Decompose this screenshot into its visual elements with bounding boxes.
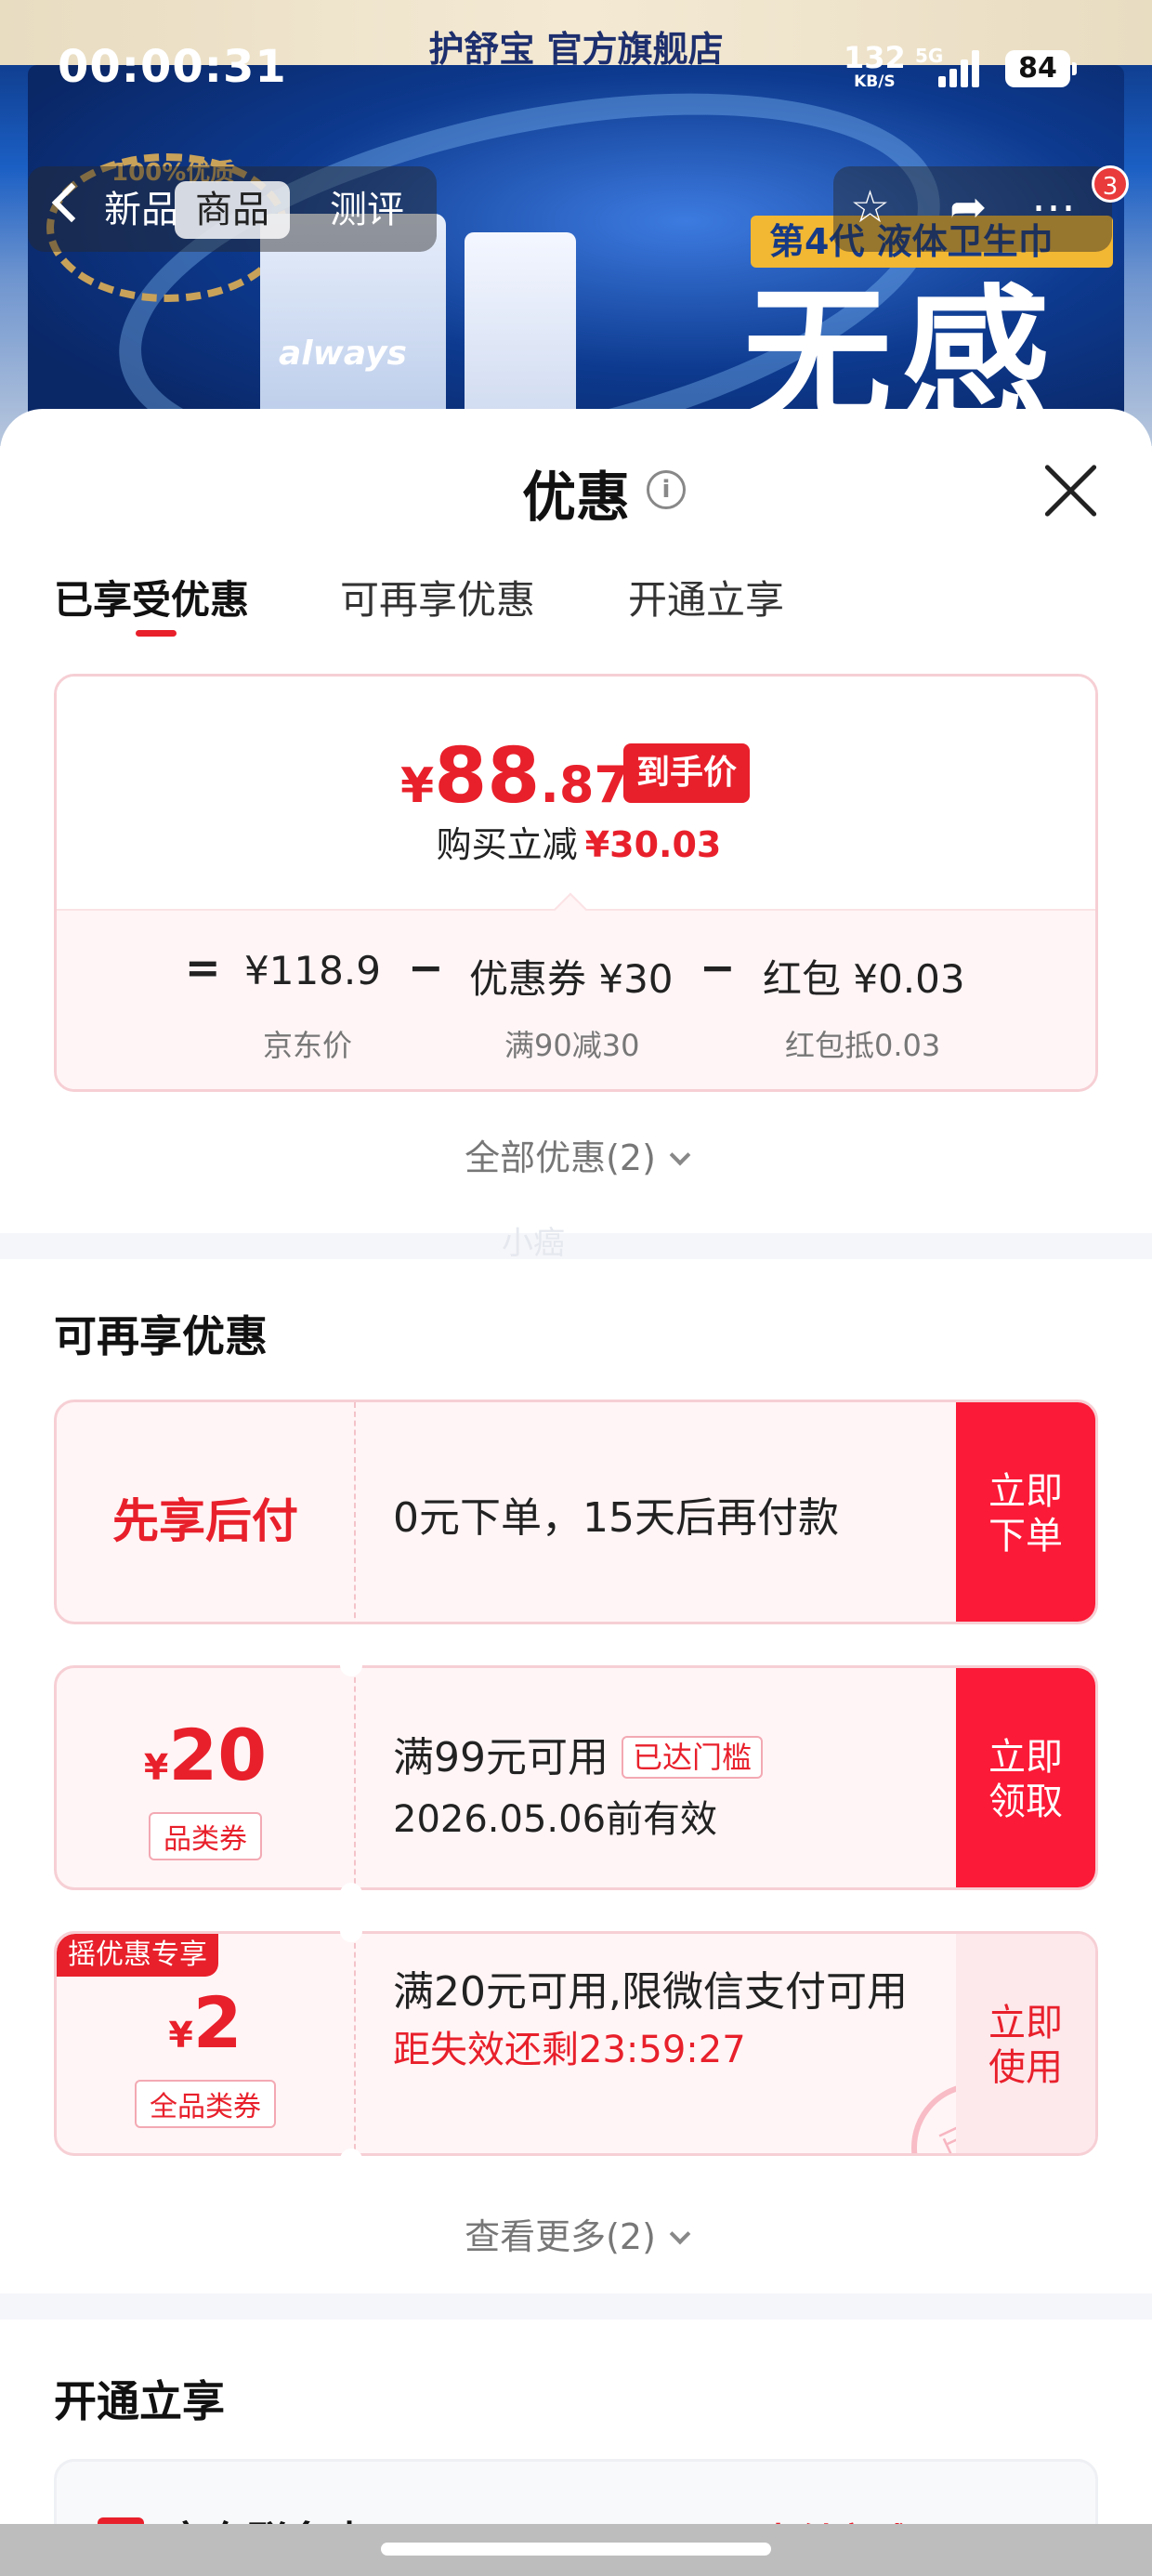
saving-line: 购买立减 ¥30.03 [57,816,1095,867]
info-icon[interactable]: i [647,470,686,509]
all-discounts-toggle[interactable]: 全部优惠(2) [54,1129,1098,1180]
coupon-type-badge: 品类券 [149,1812,262,1860]
home-indicator[interactable] [381,2543,771,2556]
chevron-down-icon [669,2223,691,2245]
redpacket-label: 红包抵0.03 [785,1028,941,1063]
coupon-punch-hole [340,1883,362,1905]
battery-icon: 84 [1005,50,1077,87]
pay-later-label: 先享后付 [112,1494,298,1548]
final-price-area: ¥88.87 到手价 购买立减 ¥30.03 [57,677,1095,909]
share-icon[interactable]: ➦ [949,185,987,230]
final-price: ¥88.87 [400,732,629,821]
tab-open-now[interactable]: 开通立享 [628,569,784,625]
product-brand: always [279,335,407,373]
equals-sign: = [185,942,221,992]
offer-divider [354,1402,356,1622]
discount-sheet: 优惠 i 已享受优惠 可再享优惠 开通立享 ¥88.87 到手价 购买立减 ¥30… [0,409,1152,2576]
network-speed: 132 KB/S [844,43,906,90]
network-speed-value: 132 [844,40,906,75]
coupon-amount: 优惠券 ¥30 [469,956,674,1002]
minus-sign: − [408,942,444,992]
all-discounts-label: 全部优惠(2) [465,1137,656,1178]
offer-divider [354,1668,356,1887]
coupon-currency: ¥ [168,2015,193,2056]
coupon-amount: 20 [168,1714,268,1796]
order-now-button[interactable]: 立即 下单 [956,1402,1095,1622]
price-breakdown: = ¥118.9 京东价 − 优惠券 ¥30 满90减30 − 红包 ¥0.03… [57,909,1095,1089]
see-more-label: 查看更多(2) [465,2216,656,2257]
offer-pay-later: 先享后付 0元下单，15天后再付款 立即 下单 [54,1400,1098,1624]
offer-left: 先享后付 [57,1402,354,1622]
nav-tab-product[interactable]: 商品 [175,181,290,239]
offer-category-coupon: ¥20 品类券 满99元可用 已达门槛 2026.05.06前有效 立即 领取 [54,1665,1098,1890]
product-nav-bar: 新品 商品 测评 ☆ ➦ ⋯ [0,163,1152,256]
offer-left: ¥20 品类券 [57,1668,354,1887]
message-count-badge: 3 [1092,165,1129,203]
close-icon[interactable] [1041,461,1100,520]
coupon-value: ¥2 [57,1986,354,2080]
coupon-expiry: 2026.05.06前有效 [393,1798,718,1841]
offer-body: 0元下单，15天后再付款 [393,1402,932,1544]
section-divider [0,1233,1152,1259]
threshold-met-badge: 已达门槛 [622,1736,764,1779]
saving-amount: ¥30.03 [584,824,722,865]
favorite-star-icon[interactable]: ☆ [850,185,890,230]
offer-all-category-coupon: 摇优惠专享 ¥2 全品类券 满20元可用,限微信支付可用 距失效还剩23:59:… [54,1931,1098,2156]
coupon-condition: 满20元可用,限微信支付可用 [393,1968,908,2016]
active-tab-indicator [136,630,177,637]
pay-later-desc: 0元下单，15天后再付款 [393,1494,839,1542]
price-integer: 88 [434,732,541,821]
chevron-down-icon [669,1144,691,1166]
price-summary: ¥88.87 到手价 购买立减 ¥30.03 = ¥118.9 京东价 − 优惠券… [54,674,1098,1499]
coupon-type-badge: 全品类券 [135,2080,276,2128]
use-now-button[interactable]: 立即 使用 [956,1934,1095,2153]
offer-body: 满99元可用 已达门槛 2026.05.06前有效 [393,1668,932,1843]
coupon-currency: ¥ [143,1747,169,1788]
coupon-countdown: 距失效还剩23:59:27 [393,2029,746,2071]
status-time: 00:00:31 [58,41,287,93]
coupon-amount: 2 [192,1981,242,2064]
jd-price: ¥118.9 [244,948,381,993]
final-price-tag: 到手价 [623,743,751,803]
price-currency: ¥ [400,758,435,814]
saving-label: 购买立减 [436,824,578,865]
redpacket-amount: 红包 ¥0.03 [763,956,965,1002]
coupon-condition: 满99元可用 已达门槛 [393,1724,932,1783]
offer-body: 满20元可用,限微信支付可用 距失效还剩23:59:27 [393,1934,932,2073]
offer-divider [354,1934,356,2153]
sheet-title: 优惠 [521,466,630,529]
more-offers-title: 可再享优惠 [54,1311,268,1361]
network-speed-unit: KB/S [854,72,896,91]
coupon-punch-hole [340,1654,362,1676]
price-summary-card: ¥88.87 到手价 购买立减 ¥30.03 = ¥118.9 京东价 − 优惠券… [54,674,1098,1092]
nav-tab-review[interactable]: 测评 [309,181,425,239]
tab-more-discounts[interactable]: 可再享优惠 [340,569,535,625]
coupon-label: 满90减30 [504,1028,640,1063]
status-bar: 00:00:31 132 KB/S 5G 84 [0,0,1152,121]
see-more-toggle[interactable]: 查看更多(2) [54,2208,1098,2259]
tab-enjoyed-discounts[interactable]: 已享受优惠 [54,569,249,625]
claim-now-button[interactable]: 立即 领取 [956,1668,1095,1887]
open-now-title: 开通立享 [54,2376,225,2426]
coupon-punch-hole [340,1920,362,1942]
section-divider [0,2293,1152,2320]
price-decimal: .87 [540,756,629,814]
minus-sign: − [700,942,736,992]
coupon-condition-text: 满99元可用 [393,1734,609,1781]
signal-icon [938,48,983,87]
product-pad-image [465,232,576,437]
offer-left: ¥2 全品类券 [57,1934,354,2153]
coupon-value: ¥20 [57,1718,354,1812]
coupon-punch-hole [340,2149,362,2171]
more-icon[interactable]: ⋯ [1031,185,1076,230]
jd-price-label: 京东价 [263,1028,353,1063]
watermark: 小癌 [502,1225,565,1262]
